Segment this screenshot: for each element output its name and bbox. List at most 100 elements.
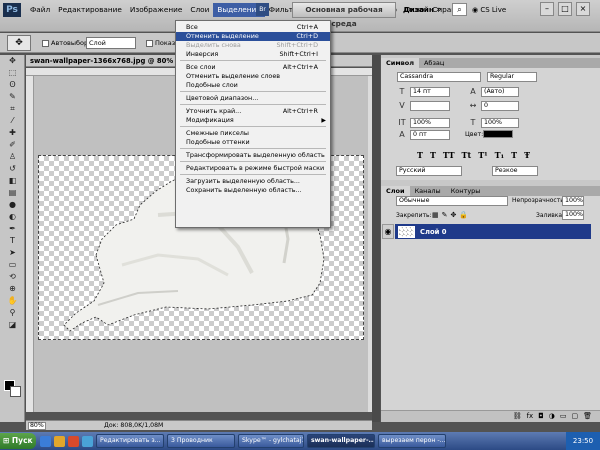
minimize-button[interactable]: – (540, 2, 554, 16)
font-style-select[interactable]: Regular (487, 72, 537, 82)
baseline-shift-field[interactable]: 0 пт (410, 130, 450, 140)
menu-1[interactable]: Редактирование (54, 3, 126, 17)
new-layer-icon[interactable]: ▢ (571, 411, 578, 422)
menu-item-0[interactable]: Все Ctrl+A (176, 23, 330, 32)
cs-live-button[interactable]: ◉ CS Live (472, 3, 506, 17)
fill-field[interactable]: 100% (562, 210, 584, 220)
taskbar-item-4[interactable]: вырезаем перон -... (378, 434, 446, 448)
faux-bold-button[interactable]: T (417, 150, 423, 160)
language-select[interactable]: Русский (396, 166, 462, 176)
collapsed-panel-dock[interactable] (372, 55, 380, 422)
link-layers-icon[interactable]: ⛓ (513, 411, 522, 422)
antialias-select[interactable]: Резкое (492, 166, 538, 176)
subscript-button[interactable]: T₁ (495, 150, 504, 160)
folder-icon[interactable] (54, 435, 65, 447)
hand-tool-icon[interactable]: ✋ (0, 295, 25, 307)
3d-camera-tool-icon[interactable]: ⊕ (0, 283, 25, 295)
more-workspaces-button[interactable]: » (436, 3, 442, 17)
crop-tool-icon[interactable]: ⌗ (0, 103, 25, 115)
history-brush-tool-icon[interactable]: ↺ (0, 163, 25, 175)
horizontal-scale-field[interactable]: 100% (481, 118, 519, 128)
background-color-swatch[interactable] (10, 386, 21, 397)
superscript-button[interactable]: T¹ (478, 150, 487, 160)
trash-icon[interactable]: 🗑 (583, 411, 592, 422)
tab-paths[interactable]: Контуры (446, 186, 486, 196)
quick-selection-tool-icon[interactable]: ✎ (0, 91, 25, 103)
chrome-icon[interactable] (82, 435, 93, 447)
show-controls-option[interactable]: Показ (146, 39, 175, 47)
strikethrough-button[interactable]: Ŧ (524, 150, 530, 160)
text-color-swatch[interactable] (483, 130, 513, 138)
underline-button[interactable]: T (511, 150, 517, 160)
search-icon[interactable]: ⌕ (452, 3, 467, 16)
faux-italic-button[interactable]: T (430, 150, 436, 160)
tab-layers[interactable]: Слои (381, 186, 410, 196)
tab-paragraph[interactable]: Абзац (419, 58, 449, 68)
menu-item-21[interactable]: Загрузить выделенную область... (176, 177, 330, 186)
media-icon[interactable] (68, 435, 79, 447)
new-group-icon[interactable]: ▭ (560, 411, 567, 422)
all-caps-button[interactable]: TT (443, 150, 455, 160)
type-tool-icon[interactable]: T (0, 235, 25, 247)
3d-rotate-tool-icon[interactable]: ⟲ (0, 271, 25, 283)
menu-item-7[interactable]: Подобные слои (176, 81, 330, 90)
close-button[interactable]: × (576, 2, 590, 16)
menu-item-19[interactable]: Редактировать в режиме быстрой маски (176, 164, 330, 173)
brush-tool-icon[interactable]: ✐ (0, 139, 25, 151)
font-family-select[interactable]: Cassandra (397, 72, 481, 82)
healing-brush-tool-icon[interactable]: ✚ (0, 127, 25, 139)
menu-item-14[interactable]: Смежные пикселы (176, 129, 330, 138)
vertical-scale-field[interactable]: 100% (410, 118, 450, 128)
dodge-tool-icon[interactable]: ◐ (0, 211, 25, 223)
path-selection-tool-icon[interactable]: ➤ (0, 247, 25, 259)
tab-character[interactable]: Символ (381, 58, 419, 68)
gradient-tool-icon[interactable]: ▤ (0, 187, 25, 199)
workspace-button[interactable]: Основная рабочая среда (292, 2, 396, 28)
menu-item-15[interactable]: Подобные оттенки (176, 138, 330, 147)
taskbar-item-1[interactable]: 3 Проводник (167, 434, 235, 448)
marquee-tool-icon[interactable]: ⬚ (0, 67, 25, 79)
ie-icon[interactable] (40, 435, 51, 447)
menu-3[interactable]: Слои (186, 3, 213, 17)
menu-item-12[interactable]: Модификация ▶ (176, 116, 330, 125)
small-caps-button[interactable]: Tt (462, 150, 472, 160)
pen-tool-icon[interactable]: ✒ (0, 223, 25, 235)
bridge-button[interactable]: Br (256, 3, 269, 16)
layer-style-icon[interactable]: fx (527, 411, 534, 422)
menu-item-1[interactable]: Отменить выделение Ctrl+D (176, 32, 330, 41)
move-tool-icon[interactable]: ✥ (0, 55, 25, 67)
adjustment-layer-icon[interactable]: ◑ (549, 411, 555, 422)
zoom-tool-icon[interactable]: ⚲ (0, 307, 25, 319)
menu-item-17[interactable]: Трансформировать выделенную область (176, 151, 330, 160)
clock[interactable]: 23:50 (566, 432, 600, 450)
leading-field[interactable]: (Авто) (481, 87, 519, 97)
workspace-design[interactable]: Дизайн (403, 3, 434, 17)
taskbar-item-3[interactable]: swan-wallpaper-... (307, 434, 375, 448)
blur-tool-icon[interactable]: ● (0, 199, 25, 211)
move-tool-preset-icon[interactable]: ✥ (7, 35, 31, 51)
lasso-tool-icon[interactable]: ʘ (0, 79, 25, 91)
taskbar-item-2[interactable]: Skype™ - gylchataj1 (238, 434, 304, 448)
menu-item-22[interactable]: Сохранить выделенную область... (176, 186, 330, 195)
taskbar-item-0[interactable]: Редактировать з... (96, 434, 164, 448)
layer-mask-icon[interactable]: ◘ (538, 411, 544, 422)
tab-channels[interactable]: Каналы (410, 186, 446, 196)
eraser-tool-icon[interactable]: ◧ (0, 175, 25, 187)
maximize-button[interactable]: □ (558, 2, 572, 16)
tracking-field[interactable]: 0 (481, 101, 519, 111)
lock-icons[interactable]: ▦✎✥🔒 (432, 211, 471, 219)
autoselect-select[interactable]: Слой (86, 37, 136, 49)
menu-2[interactable]: Изображение (126, 3, 186, 17)
show-controls-checkbox[interactable] (146, 39, 153, 47)
font-size-field[interactable]: 14 пт (410, 87, 450, 97)
autoselect-checkbox[interactable] (42, 39, 49, 47)
eyedropper-tool-icon[interactable]: ⁄ (0, 115, 25, 127)
opacity-field[interactable]: 100% (562, 196, 584, 206)
menu-0[interactable]: Файл (26, 3, 54, 17)
shape-tool-icon[interactable]: ▭ (0, 259, 25, 271)
eye-icon[interactable]: ◉ (382, 224, 394, 239)
kerning-field[interactable] (410, 101, 450, 111)
blend-mode-select[interactable]: Обычные (396, 196, 508, 206)
menu-item-3[interactable]: Инверсия Shift+Ctrl+I (176, 50, 330, 59)
autoselect-option[interactable]: Автовыбор: (42, 39, 90, 47)
